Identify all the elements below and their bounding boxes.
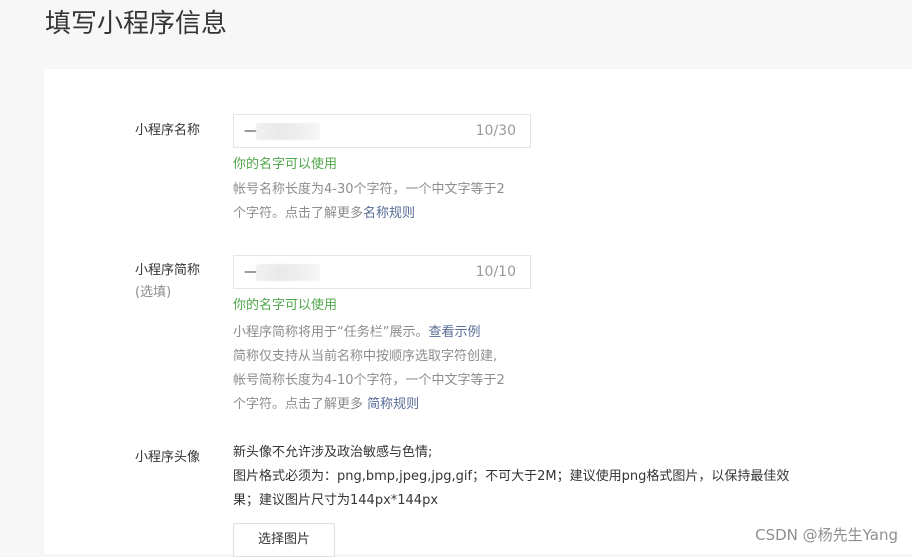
short-name-hint-line4-text: 个字符。点击了解更多	[233, 397, 368, 412]
short-name-hint-line2: 简称仅支持从当前名称中按顺序选取字符创建,	[233, 349, 498, 364]
name-redaction-blur	[256, 123, 320, 140]
short-name-label-group: 小程序简称 (选填)	[135, 260, 200, 304]
avatar-requirements: 新头像不允许涉及政治敏感与色情; 图片格式必须为：png,bmp,jpeg,jp…	[233, 441, 843, 513]
short-name-redaction-blur	[256, 264, 320, 281]
name-hint-line1: 帐号名称长度为4-30个字符，一个中文字等于2	[233, 182, 505, 197]
short-name-char-counter: 10/10	[475, 264, 516, 280]
page-title: 填写小程序信息	[45, 9, 228, 39]
name-hint-line2-text: 个字符。点击了解更多	[233, 206, 364, 221]
short-name-hint-line3: 帐号简称长度为4-10个字符，一个中文字等于2	[233, 373, 505, 388]
name-hint: 帐号名称长度为4-30个字符，一个中文字等于2 个字符。点击了解更多名称规则	[233, 178, 533, 226]
short-name-hint: 小程序简称将用于“任务栏”展示。查看示例 简称仅支持从当前名称中按顺序选取字符创…	[233, 321, 533, 417]
short-name-hint-line4: 个字符。点击了解更多 简称规则	[233, 393, 533, 417]
name-status-message: 你的名字可以使用	[233, 157, 338, 172]
name-char-counter: 10/30	[475, 123, 516, 139]
avatar-desc-line3: 果；建议图片尺寸为144px*144px	[233, 493, 439, 508]
short-name-hint-line1: 小程序简称将用于“任务栏”展示。查看示例	[233, 321, 533, 345]
short-name-hint-line1-text: 小程序简称将用于“任务栏”展示。	[233, 325, 429, 340]
avatar-desc-line2: 图片格式必须为：png,bmp,jpeg,jpg,gif；不可大于2M；建议使用…	[233, 469, 790, 484]
short-name-input[interactable]: — 10/10	[233, 255, 531, 289]
choose-image-button[interactable]: 选择图片	[233, 523, 335, 557]
short-name-label: 小程序简称	[135, 263, 201, 278]
name-hint-line2: 个字符。点击了解更多名称规则	[233, 202, 533, 226]
short-name-rules-link[interactable]: 简称规则	[367, 397, 419, 412]
avatar-desc-line1: 新头像不允许涉及政治敏感与色情;	[233, 445, 433, 460]
short-name-optional-label: (选填)	[135, 285, 172, 300]
avatar-label: 小程序头像	[135, 450, 201, 465]
csdn-watermark: CSDN @杨先生Yang	[755, 526, 898, 544]
view-example-link[interactable]: 查看示例	[428, 325, 480, 340]
name-label: 小程序名称	[135, 123, 201, 138]
short-name-status-message: 你的名字可以使用	[233, 298, 338, 313]
name-rules-link[interactable]: 名称规则	[363, 206, 415, 221]
name-input[interactable]: — 10/30	[233, 114, 531, 148]
